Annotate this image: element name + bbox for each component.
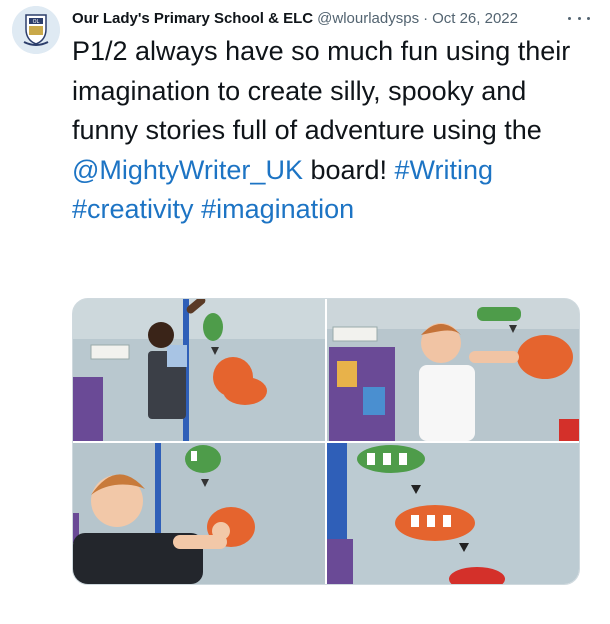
hashtag-creativity[interactable]: #creativity (72, 194, 194, 224)
photo-4-image (327, 443, 579, 584)
author-name[interactable]: Our Lady's Primary School & ELC (72, 10, 313, 27)
tweet-date[interactable]: Oct 26, 2022 (432, 10, 518, 27)
photo-3-image (73, 443, 325, 584)
photo-1[interactable] (73, 299, 325, 441)
mention-link[interactable]: @MightyWriter_UK (72, 155, 303, 185)
school-crest-icon: OL (12, 6, 60, 54)
hashtag-writing[interactable]: #Writing (395, 155, 494, 185)
svg-text:OL: OL (33, 19, 40, 25)
author-handle[interactable]: @wlourladysps (317, 10, 419, 27)
tweet-body-text: P1/2 always have so much fun using their… (72, 36, 571, 145)
tweet-body-text-2: board! (302, 154, 395, 185)
author-avatar[interactable]: OL (12, 6, 60, 54)
photo-3[interactable] (73, 443, 325, 584)
separator-dot: · (423, 9, 429, 27)
photo-4[interactable] (327, 443, 579, 584)
photo-1-image (73, 299, 325, 441)
tweet-text: P1/2 always have so much fun using their… (72, 32, 582, 230)
more-options-icon[interactable] (568, 10, 590, 26)
tweet-header: Our Lady's Primary School & ELC @wlourla… (72, 8, 590, 28)
media-grid (72, 298, 580, 585)
hashtag-imagination[interactable]: #imagination (201, 194, 354, 224)
photo-2-image (327, 299, 579, 441)
photo-2[interactable] (327, 299, 579, 441)
